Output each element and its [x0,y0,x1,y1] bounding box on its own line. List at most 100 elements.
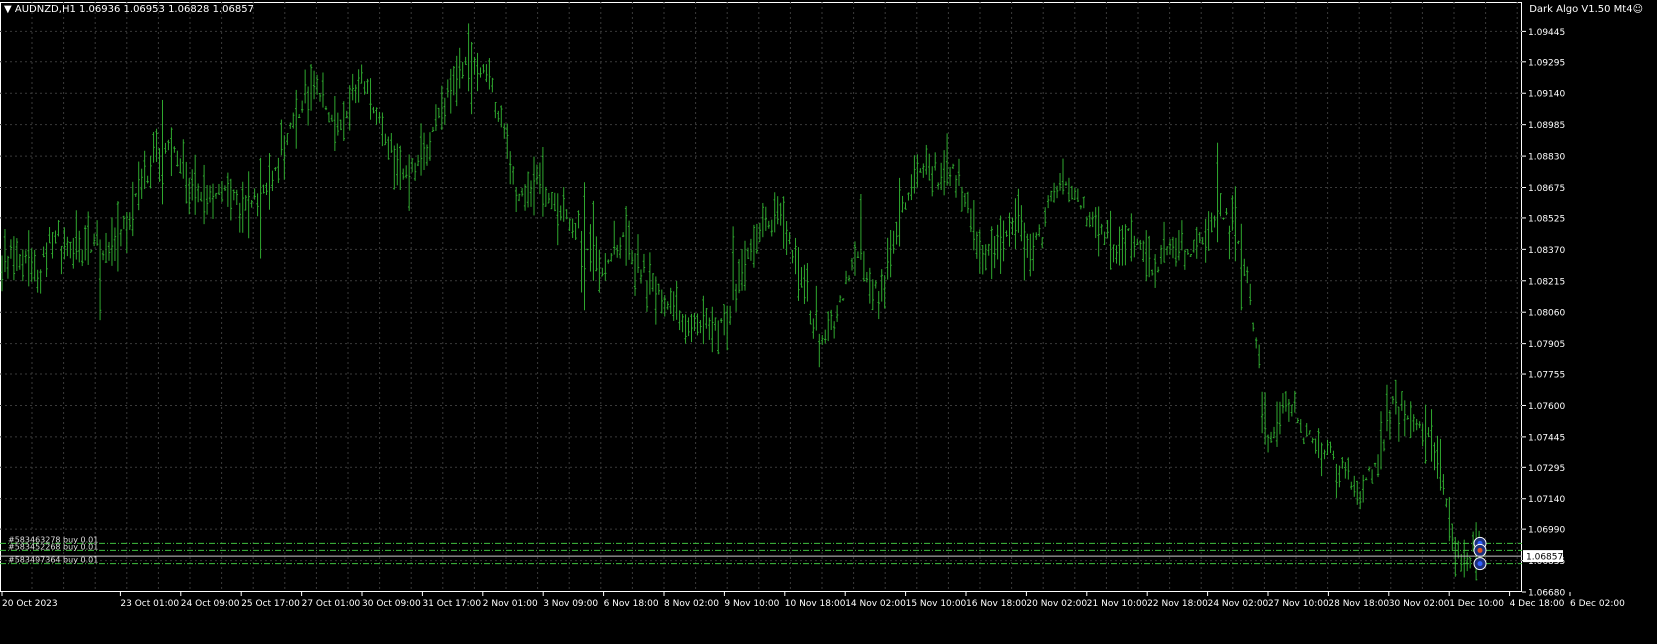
ohlc-bar [722,304,726,336]
ohlc-bar [1388,410,1392,440]
ohlc-bar [298,114,301,119]
ohlc-bar [12,236,16,281]
ohlc-bar [648,252,652,295]
ohlc-bar [137,161,140,211]
time-axis-label: 23 Oct 01:00 [120,599,179,609]
ohlc-bar [140,168,143,199]
ohlc-bar [1409,401,1412,439]
ohlc-bar [773,192,776,233]
ohlc-bar [948,166,952,187]
ohlc-bar [702,295,705,345]
ohlc-bar [928,153,931,181]
ohlc-bar [146,175,149,184]
ohlc-bar [1468,557,1472,569]
time-axis-label: 27 Nov 10:00 [1268,599,1329,609]
time-axis-label: 25 Oct 17:00 [241,599,300,609]
ohlc-bar [1379,411,1383,470]
ohlc-bar [375,107,378,125]
order-label: #583452268 buy 0.01 [8,542,98,551]
price-axis-label: 1.08525 [1528,214,1565,224]
time-axis-label: 8 Nov 02:00 [664,599,719,609]
ohlc-bar [494,101,497,119]
price-axis-label: 1.07445 [1528,433,1565,443]
ohlc-bar [3,229,7,273]
ohlc-bar [1326,439,1329,455]
ohlc-bar [1219,193,1222,217]
ohlc-bar [1207,211,1210,251]
ohlc-bar [21,249,25,282]
ohlc-bar [1204,218,1207,263]
ohlc-bar [919,168,922,173]
ohlc-bar [556,193,559,246]
ohlc-bar [1216,142,1219,243]
ohlc-bar [464,56,467,65]
ohlc-bar [0,255,4,292]
ohlc-bar [1082,196,1086,209]
ohlc-bar [1017,188,1020,233]
ohlc-bar [901,195,904,213]
time-axis-label: 22 Nov 18:00 [1147,599,1208,609]
time-axis-label: 27 Oct 01:00 [302,599,361,609]
price-axis-label: 1.09295 [1528,58,1565,68]
ohlc-bar [1353,475,1356,497]
ohlc-bar [78,230,81,263]
ohlc-bar [975,231,979,259]
ohlc-bar [785,221,788,255]
ohlc-bar [1243,258,1246,277]
time-axis-label: 16 Nov 18:00 [966,599,1027,609]
ohlc-bar [678,310,681,331]
ohlc-bar [752,224,756,268]
ohlc-bar [57,220,60,237]
ohlc-bar [1376,454,1380,478]
ohlc-bar [217,183,221,195]
ohlc-bar [1400,391,1404,411]
ohlc-bar [1052,182,1056,203]
ohlc-bar [936,182,940,190]
ohlc-bar [318,93,322,102]
price-axis-label: 1.06990 [1528,526,1565,536]
ohlc-bar [193,154,197,215]
ohlc-bar [324,105,328,111]
ohlc-bar [1112,244,1115,263]
ohlc-bar [954,175,958,198]
ohlc-bar [1364,477,1368,481]
ohlc-bar [1338,465,1341,488]
ohlc-bar [1305,423,1308,437]
ohlc-bar [1442,474,1445,495]
ohlc-bar [173,146,176,153]
ohlc-bar [479,67,482,78]
ohlc-bar [119,229,123,247]
ohlc-bar [274,167,277,171]
ohlc-bar [999,215,1002,274]
symbol-header: ▼ AUDNZD,H1 1.06936 1.06953 1.06828 1.06… [4,4,254,15]
ohlc-bar [86,211,90,265]
ohlc-bar [934,152,937,171]
ohlc-bar [107,241,111,261]
ohlc-bar [589,224,592,272]
price-chart[interactable]: 1.09445 1.09295 1.09140 1.08985 1.08830 1.086… [0,0,1657,644]
ohlc-bar [18,253,22,270]
expert-advisor-label[interactable]: Dark Algo V1.50 Mt4☺ [1529,4,1643,15]
ohlc-bar [360,64,363,84]
price-axis-label: 1.08370 [1528,246,1565,256]
ohlc-bar [1058,172,1062,191]
ohlc-bar [764,206,768,231]
ohlc-bar [1299,419,1302,433]
ohlc-bar [110,217,114,266]
ohlc-bar [437,107,441,119]
time-axis-label: 20 Oct 2023 [2,599,58,609]
time-axis-label: 31 Oct 17:00 [422,599,481,609]
ohlc-bar [1260,391,1264,434]
ohlc-bar [1361,474,1365,503]
ohlc-bar [895,221,898,245]
ohlc-bar [969,208,973,233]
ohlc-bar [841,298,845,301]
ohlc-bar [1091,211,1094,228]
ohlc-bar [54,230,57,244]
ohlc-bar [155,128,158,162]
ohlc-bar [960,186,964,212]
ohlc-bar [199,191,203,202]
time-axis-label: 30 Nov 02:00 [1389,599,1450,609]
ohlc-bar [699,320,702,334]
ohlc-bar [776,196,779,225]
